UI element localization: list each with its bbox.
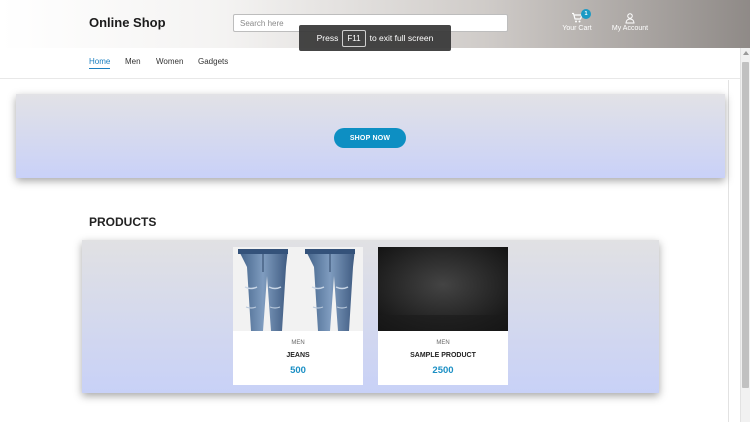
product-price: 2500	[432, 365, 454, 376]
shop-now-button[interactable]: SHOP NOW	[334, 128, 406, 148]
product-image-sample[interactable]	[378, 247, 508, 331]
account-label: My Account	[611, 25, 649, 32]
product-name[interactable]: SAMPLE PRODUCT	[378, 352, 508, 359]
fullscreen-notice-suffix: to exit full screen	[369, 33, 434, 43]
jeans-image-icon	[233, 247, 363, 331]
fullscreen-notice-prefix: Press	[316, 33, 339, 43]
main-nav: Home Men Women Gadgets	[0, 48, 750, 79]
cart-count-badge: 1	[581, 9, 591, 19]
nav-item-women[interactable]: Women	[156, 57, 183, 68]
user-icon	[625, 13, 635, 24]
scrollbar-thumb[interactable]	[742, 62, 749, 388]
product-category: MEN	[291, 340, 305, 346]
product-name[interactable]: JEANS	[233, 352, 363, 359]
product-category: MEN	[436, 340, 450, 346]
nav-item-gadgets[interactable]: Gadgets	[198, 57, 228, 68]
cart-button[interactable]: 1 Your Cart	[560, 9, 594, 32]
cart-label: Your Cart	[562, 25, 592, 32]
fullscreen-notice-key: F11	[342, 29, 366, 47]
products-panel: MEN JEANS 500 MEN SAMPLE PRODUCT 2500	[82, 240, 659, 393]
nav-item-men[interactable]: Men	[125, 57, 141, 68]
nav-item-home[interactable]: Home	[89, 57, 111, 69]
page-divider	[728, 80, 729, 422]
vertical-scrollbar[interactable]	[740, 48, 750, 422]
product-price: 500	[290, 365, 306, 376]
account-button[interactable]: My Account	[605, 12, 655, 32]
product-card[interactable]: MEN SAMPLE PRODUCT 2500	[378, 247, 508, 385]
products-heading: PRODUCTS	[89, 215, 157, 229]
site-logo[interactable]: Online Shop	[89, 15, 166, 30]
scroll-up-arrow-icon[interactable]	[743, 51, 749, 55]
product-image-jeans[interactable]	[233, 247, 363, 331]
product-card[interactable]: MEN JEANS 500	[233, 247, 363, 385]
dark-placeholder-image-icon	[378, 247, 508, 331]
fullscreen-notice: Press F11 to exit full screen	[299, 25, 451, 51]
hero-banner: SHOP NOW	[16, 94, 725, 178]
